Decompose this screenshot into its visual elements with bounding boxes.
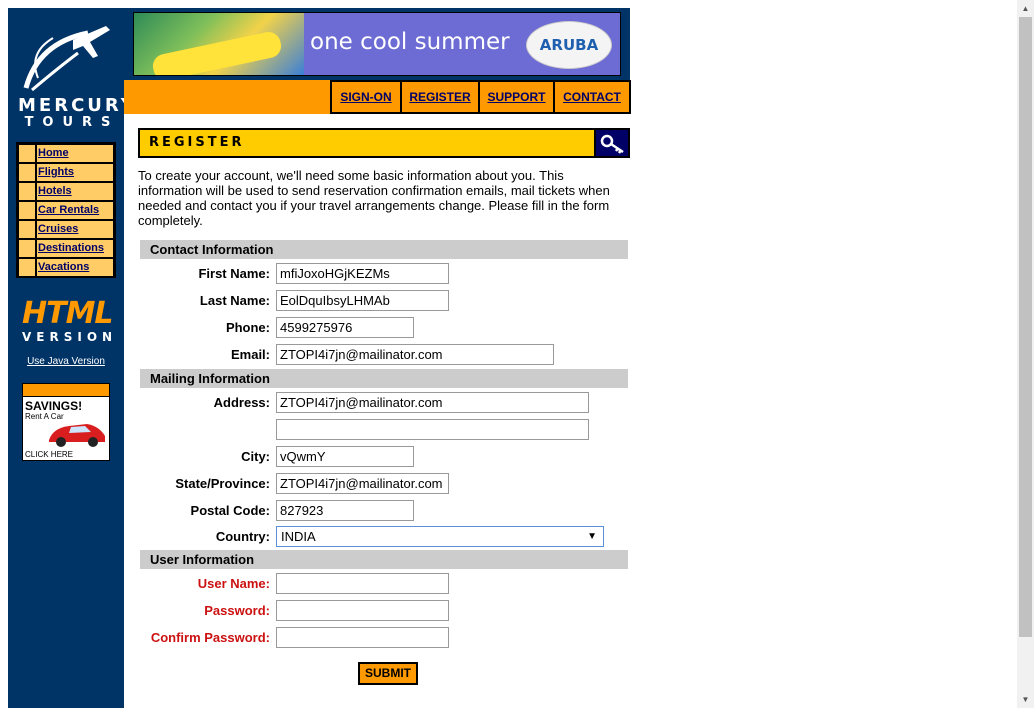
sidebar-item-destinations[interactable]: Destinations [18, 239, 114, 258]
sidebar-item-cruises[interactable]: Cruises [18, 220, 114, 239]
last-name-label: Last Name: [199, 293, 270, 308]
sidebar-link-vacations[interactable]: Vacations [37, 259, 113, 276]
sidebar-item-home[interactable]: Home [18, 144, 114, 163]
confirm-password-field[interactable] [276, 627, 449, 648]
key-icon-box [596, 130, 628, 156]
rent-a-car-ad[interactable]: SAVINGS! Rent A Car CLICK HERE [22, 383, 110, 461]
sidebar-link-destinations[interactable]: Destinations [37, 240, 113, 257]
ad-click-here[interactable]: CLICK HERE [25, 450, 73, 459]
address-line1-field[interactable]: ZTOPI4i7jn@mailinator.com [276, 392, 589, 413]
raft-shape [150, 29, 284, 75]
aruba-logo: ARUBA [526, 21, 612, 69]
html-version-big: HTML [22, 296, 114, 331]
key-icon [600, 134, 624, 154]
scroll-thumb[interactable] [1019, 17, 1032, 637]
brand-line1: MERCURY [18, 95, 137, 116]
top-menu: SIGN-ON REGISTER SUPPORT CONTACT [330, 80, 631, 114]
scroll-up-arrow-icon[interactable]: ▲ [1017, 0, 1034, 17]
user-info-header: User Information [140, 550, 628, 569]
confirm-password-label: Confirm Password: [150, 630, 270, 645]
country-label: Country: [215, 529, 270, 544]
phone-label: Phone: [225, 320, 270, 335]
submit-button[interactable]: SUBMIT [358, 662, 418, 685]
register-header: REGISTER [138, 128, 630, 158]
password-field[interactable] [276, 600, 449, 621]
country-select[interactable]: INDIA ▼ [276, 526, 604, 547]
top-menu-contact[interactable]: CONTACT [555, 82, 629, 112]
postal-code-label: Postal Code: [190, 503, 270, 518]
red-car-icon [49, 424, 105, 447]
sidebar-item-vacations[interactable]: Vacations [18, 258, 114, 277]
nav-bullet [19, 221, 35, 238]
html-version-badge: HTML VERSION [22, 296, 118, 358]
nav-bullet [19, 240, 35, 257]
brand-line2: TOURS [24, 115, 120, 130]
nav-bullet [19, 202, 35, 219]
ad-top-strip [23, 384, 109, 397]
email-field[interactable]: ZTOPI4i7jn@mailinator.com [276, 344, 554, 365]
password-label: Password: [204, 603, 270, 618]
sidebar-link-car-rentals[interactable]: Car Rentals [37, 202, 113, 219]
username-field[interactable] [276, 573, 449, 594]
nav-bullet [19, 259, 35, 276]
top-menu-sign-on[interactable]: SIGN-ON [332, 82, 400, 112]
first-name-field[interactable]: mfiJoxoHGjKEZMs [276, 263, 449, 284]
state-field[interactable]: ZTOPI4i7jn@mailinator.com [276, 473, 449, 494]
sidebar-link-home[interactable]: Home [37, 145, 113, 162]
sidebar-item-car-rentals[interactable]: Car Rentals [18, 201, 114, 220]
html-version-small: VERSION [22, 330, 118, 344]
nav-bullet [19, 183, 35, 200]
banner: one cool summer ARUBA [124, 8, 630, 80]
sidebar-item-hotels[interactable]: Hotels [18, 182, 114, 201]
address-line2-field[interactable] [276, 419, 589, 440]
postal-code-field[interactable]: 827923 [276, 500, 414, 521]
banner-photo [134, 13, 304, 75]
state-label: State/Province: [175, 476, 270, 491]
first-name-label: First Name: [198, 266, 270, 281]
username-label: User Name: [197, 576, 270, 591]
address-label: Address: [213, 395, 270, 410]
sidebar-link-cruises[interactable]: Cruises [37, 221, 113, 238]
phone-field[interactable]: 4599275976 [276, 317, 414, 338]
nav-bullet [19, 145, 35, 162]
top-menu-support[interactable]: SUPPORT [480, 82, 553, 112]
intro-text: To create your account, we'll need some … [138, 168, 610, 228]
sidebar-nav: Home Flights Hotels Car Rentals Cruises … [16, 142, 116, 278]
mailing-info-header: Mailing Information [140, 369, 628, 388]
city-field[interactable]: vQwmY [276, 446, 414, 467]
scroll-down-arrow-icon[interactable]: ▼ [1017, 691, 1034, 708]
email-label: Email: [230, 347, 270, 362]
left-sidebar: MERCURY TOURS Home Flights Hotels Car Re… [8, 8, 134, 708]
page-title: REGISTER [140, 130, 594, 156]
sidebar-link-hotels[interactable]: Hotels [37, 183, 113, 200]
sidebar-link-flights[interactable]: Flights [37, 164, 113, 181]
country-selected-value: INDIA [281, 529, 316, 544]
contact-info-header: Contact Information [140, 240, 628, 259]
vertical-scrollbar[interactable]: ▲ ▼ [1017, 0, 1034, 708]
top-menu-register[interactable]: REGISTER [402, 82, 478, 112]
banner-text: one cool summer [310, 29, 510, 55]
top-bar: SIGN-ON REGISTER SUPPORT CONTACT [124, 80, 631, 114]
java-version-link[interactable]: Use Java Version [8, 356, 124, 367]
mercury-tours-logo[interactable]: MERCURY TOURS [18, 18, 134, 130]
banner-ad[interactable]: one cool summer ARUBA [133, 12, 621, 76]
dropdown-arrow-icon: ▼ [587, 531, 597, 542]
ad-headline: SAVINGS! [25, 399, 83, 413]
city-label: City: [241, 449, 270, 464]
airplane-globe-icon [23, 26, 110, 92]
last-name-field[interactable]: EolDquIbsyLHMAb [276, 290, 449, 311]
nav-bullet [19, 164, 35, 181]
sidebar-item-flights[interactable]: Flights [18, 163, 114, 182]
brand-text: MERCURY TOURS [18, 95, 137, 130]
